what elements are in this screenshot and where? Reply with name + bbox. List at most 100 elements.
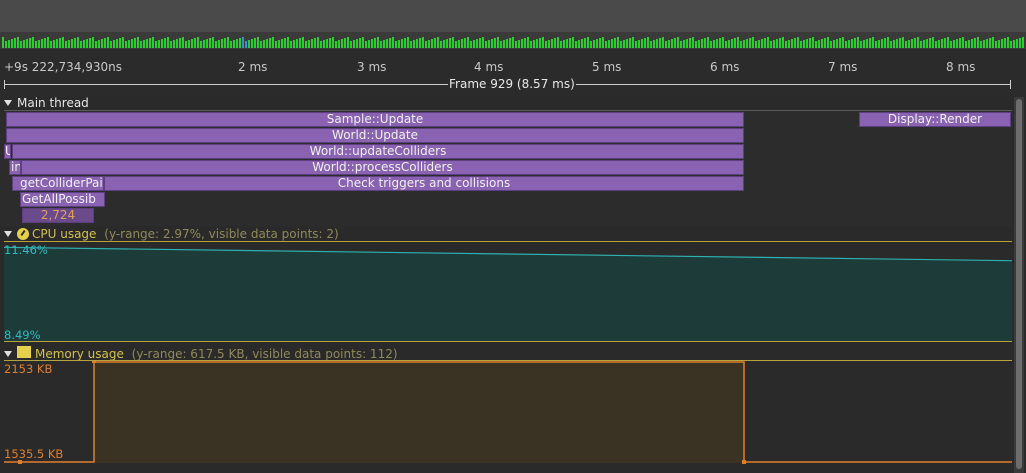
zone-display-render[interactable]: Display::Render — [859, 112, 1011, 127]
frame-bar[interactable] — [35, 41, 37, 48]
frame-bar[interactable] — [917, 37, 919, 48]
frame-bar[interactable] — [653, 40, 655, 48]
frame-bar[interactable] — [689, 38, 691, 48]
frame-bar[interactable] — [566, 39, 568, 48]
frame-bar[interactable] — [206, 39, 208, 48]
frame-bar[interactable] — [119, 38, 121, 48]
frame-bar[interactable] — [842, 37, 844, 48]
frame-bar[interactable] — [218, 40, 220, 48]
frame-bar[interactable] — [626, 39, 628, 48]
frame-bar[interactable] — [386, 39, 388, 48]
frame-bar[interactable] — [302, 37, 304, 48]
frame-bar[interactable] — [737, 37, 739, 48]
frame-bar[interactable] — [656, 39, 658, 48]
frame-bar[interactable] — [1004, 38, 1006, 48]
zone-getallpossible[interactable]: GetAllPossib — [20, 192, 105, 207]
frame-bar[interactable] — [605, 41, 607, 48]
frame-bar[interactable] — [1010, 41, 1012, 48]
frame-bar[interactable] — [557, 37, 559, 48]
frame-bar[interactable] — [47, 37, 49, 48]
frame-bar[interactable] — [833, 40, 835, 48]
frame-bar[interactable] — [854, 38, 856, 48]
frame-bar[interactable] — [995, 41, 997, 48]
frame-bar[interactable] — [488, 40, 490, 48]
frame-bar[interactable] — [680, 41, 682, 48]
frame-bar[interactable] — [446, 39, 448, 48]
frame-bar[interactable] — [221, 39, 223, 48]
frame-bar[interactable] — [722, 37, 724, 48]
frame-bar[interactable] — [200, 41, 202, 48]
frame-bar[interactable] — [311, 39, 313, 48]
frame-bar[interactable] — [863, 40, 865, 48]
frame-bar[interactable] — [899, 38, 901, 48]
frame-bar[interactable] — [503, 40, 505, 48]
frame-bar[interactable] — [674, 38, 676, 48]
frame-bar[interactable] — [527, 37, 529, 48]
frame-bar[interactable] — [398, 40, 400, 48]
frame-bar[interactable] — [596, 39, 598, 48]
frame-bar[interactable] — [341, 39, 343, 48]
frame-bar[interactable] — [974, 38, 976, 48]
frame-bar[interactable] — [704, 38, 706, 48]
frame-bar[interactable] — [305, 41, 307, 48]
frame-bar[interactable] — [851, 39, 853, 48]
frame-bar[interactable] — [131, 39, 133, 48]
frame-bar[interactable] — [350, 41, 352, 48]
frame-bar[interactable] — [782, 37, 784, 48]
frame-bar[interactable] — [932, 37, 934, 48]
frame-bar[interactable] — [260, 41, 262, 48]
frame-bar[interactable] — [818, 40, 820, 48]
frame-bar[interactable] — [617, 37, 619, 48]
zone-collapsed-group[interactable]: 2,724 — [22, 208, 94, 223]
frame-bar[interactable] — [116, 39, 118, 48]
frame-bar[interactable] — [98, 40, 100, 48]
frame-bar[interactable] — [158, 40, 160, 48]
frame-bar[interactable] — [767, 37, 769, 48]
frame-bar[interactable] — [710, 41, 712, 48]
frame-bar[interactable] — [242, 37, 244, 48]
frame-bar[interactable] — [569, 38, 571, 48]
frame-bar[interactable] — [509, 38, 511, 48]
frame-bar[interactable] — [164, 38, 166, 48]
frame-bar[interactable] — [473, 40, 475, 48]
scrollbar-thumb[interactable] — [1016, 99, 1022, 469]
frame-bar[interactable] — [725, 41, 727, 48]
frame-bar[interactable] — [59, 38, 61, 48]
frame-bar[interactable] — [140, 41, 142, 48]
frame-bar[interactable] — [593, 40, 595, 48]
frame-bar[interactable] — [425, 41, 427, 48]
frame-bar[interactable] — [290, 41, 292, 48]
frame-bar[interactable] — [440, 41, 442, 48]
frame-bar[interactable] — [572, 37, 574, 48]
frame-bar[interactable] — [494, 38, 496, 48]
frame-bar[interactable] — [719, 38, 721, 48]
frame-bar[interactable] — [128, 40, 130, 48]
frame-bar[interactable] — [746, 39, 748, 48]
frame-bar[interactable] — [227, 37, 229, 48]
frame-bar[interactable] — [548, 40, 550, 48]
frame-bar[interactable] — [584, 38, 586, 48]
frame-bar[interactable] — [374, 38, 376, 48]
frame-bar[interactable] — [536, 39, 538, 48]
frame-bar[interactable] — [707, 37, 709, 48]
frame-bar[interactable] — [962, 37, 964, 48]
frame-bar[interactable] — [353, 40, 355, 48]
frame-bar[interactable] — [65, 41, 67, 48]
frame-bar[interactable] — [101, 39, 103, 48]
frame-bar[interactable] — [257, 37, 259, 48]
frame-bar[interactable] — [686, 39, 688, 48]
frame-bar[interactable] — [1019, 38, 1021, 48]
frame-bar[interactable] — [551, 39, 553, 48]
frame-bar[interactable] — [629, 38, 631, 48]
frame-bar[interactable] — [950, 41, 952, 48]
frame-bar[interactable] — [524, 38, 526, 48]
frame-bar[interactable] — [623, 40, 625, 48]
frame-bar[interactable] — [683, 40, 685, 48]
frame-bar[interactable] — [953, 40, 955, 48]
frame-bar[interactable] — [881, 39, 883, 48]
frame-bar[interactable] — [50, 41, 52, 48]
frame-bar[interactable] — [461, 39, 463, 48]
frame-bar[interactable] — [560, 41, 562, 48]
frame-bar[interactable] — [698, 40, 700, 48]
frame-bar[interactable] — [611, 39, 613, 48]
